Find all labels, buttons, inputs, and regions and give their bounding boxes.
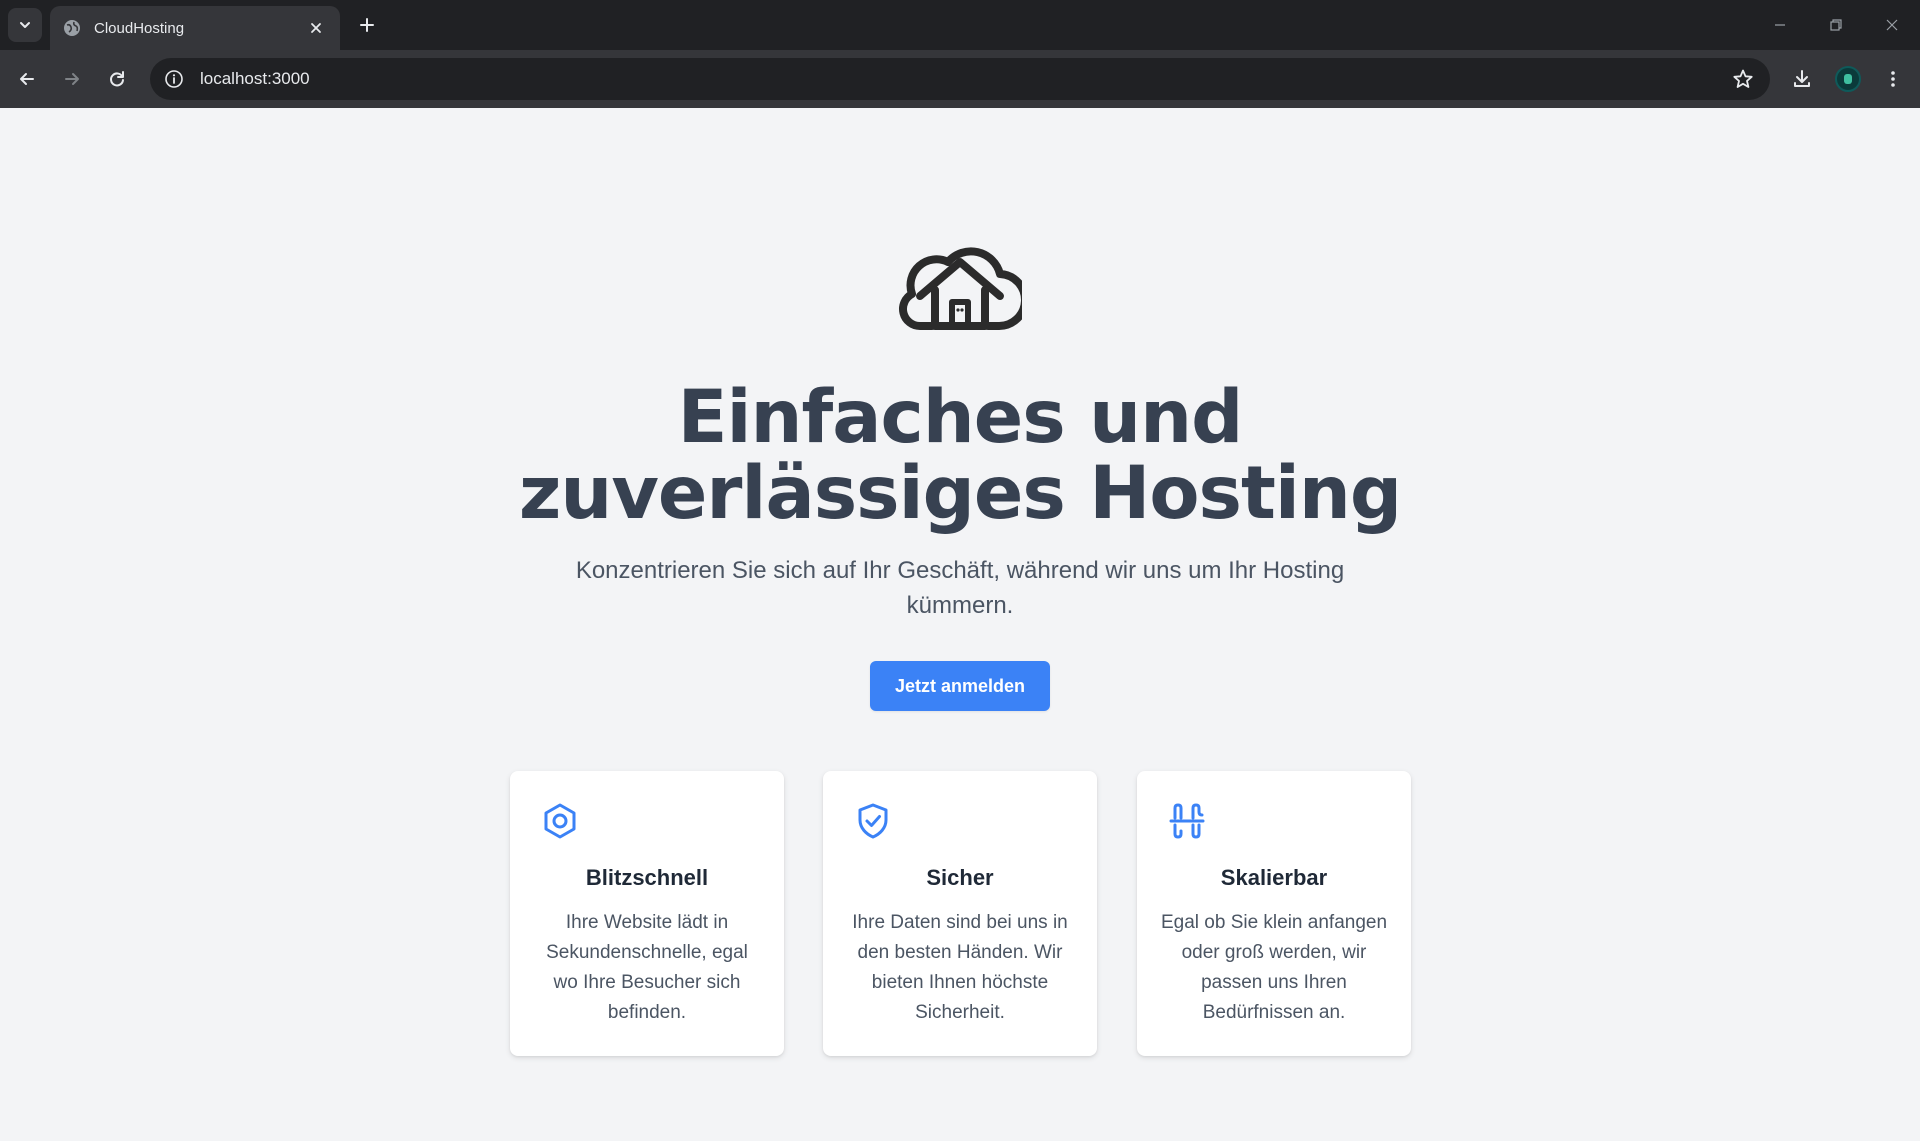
scale-grid-icon	[1169, 803, 1205, 839]
forward-button[interactable]	[54, 61, 90, 97]
url-text[interactable]: localhost:3000	[200, 69, 1728, 89]
feature-text: Egal ob Sie klein anfangen oder groß wer…	[1160, 912, 1388, 1023]
arrow-right-icon	[65, 73, 79, 85]
bookmark-star-icon[interactable]	[1728, 64, 1758, 94]
restore-button[interactable]	[1808, 0, 1864, 50]
minimize-button[interactable]	[1752, 0, 1808, 50]
tab-search-button[interactable]	[8, 8, 42, 42]
feature-text: Ihre Website lädt in Sekundenschnelle, e…	[546, 912, 748, 1023]
menu-button[interactable]	[1875, 61, 1911, 97]
plus-icon	[360, 18, 374, 32]
site-info-icon[interactable]	[162, 67, 186, 91]
feature-card-skalierbar: Skalierbar Egal ob Sie klein anfangen od…	[1137, 771, 1411, 1056]
address-bar[interactable]: localhost:3000	[150, 58, 1770, 100]
profile-button[interactable]	[1830, 61, 1866, 97]
restore-icon	[1830, 19, 1842, 31]
more-vertical-icon	[1891, 71, 1895, 87]
cloud-house-logo-icon	[899, 247, 1022, 331]
feature-text: Ihre Daten sind bei uns in den besten Hä…	[852, 912, 1068, 1023]
browser-toolbar: localhost:3000	[0, 50, 1920, 108]
browser-tab[interactable]: CloudHosting	[50, 6, 340, 50]
page-title: Einfaches und zuverlässiges Hosting	[460, 380, 1460, 532]
window-controls	[1752, 0, 1920, 50]
page-content: Einfaches und zuverlässiges Hosting Konz…	[0, 108, 1920, 1141]
hexagon-nut-icon	[544, 803, 576, 839]
close-window-button[interactable]	[1864, 0, 1920, 50]
back-button[interactable]	[9, 61, 45, 97]
page-title-line-2: zuverlässiges Hosting	[518, 451, 1402, 536]
feature-card-blitzschnell: Blitzschnell Ihre Website lädt in Sekund…	[510, 771, 784, 1056]
close-icon	[311, 23, 321, 33]
globe-icon	[62, 18, 82, 38]
avatar	[1835, 66, 1861, 92]
browser-tab-bar: CloudHosting	[0, 0, 1920, 50]
reload-button[interactable]	[99, 61, 135, 97]
minimize-icon	[1775, 24, 1785, 26]
tab-close-button[interactable]	[304, 16, 328, 40]
hero-subtitle: Konzentrieren Sie sich auf Ihr Geschäft,…	[575, 557, 1345, 619]
signup-button[interactable]: Jetzt anmelden	[870, 661, 1050, 711]
download-icon	[1794, 70, 1810, 87]
feature-title: Skalierbar	[1220, 865, 1328, 890]
feature-title: Blitzschnell	[585, 865, 709, 890]
downloads-button[interactable]	[1784, 61, 1820, 97]
reload-icon	[110, 71, 124, 87]
feature-card-sicher: Sicher Ihre Daten sind bei uns in den be…	[823, 771, 1097, 1056]
close-icon	[1886, 19, 1898, 31]
new-tab-button[interactable]	[350, 8, 384, 42]
feature-title: Sicher	[926, 865, 994, 890]
page-title-line-1: Einfaches und	[677, 375, 1244, 460]
shield-check-icon	[858, 803, 888, 839]
tab-title: CloudHosting	[94, 19, 185, 37]
chevron-down-icon	[20, 22, 30, 28]
arrow-left-icon	[20, 73, 34, 85]
